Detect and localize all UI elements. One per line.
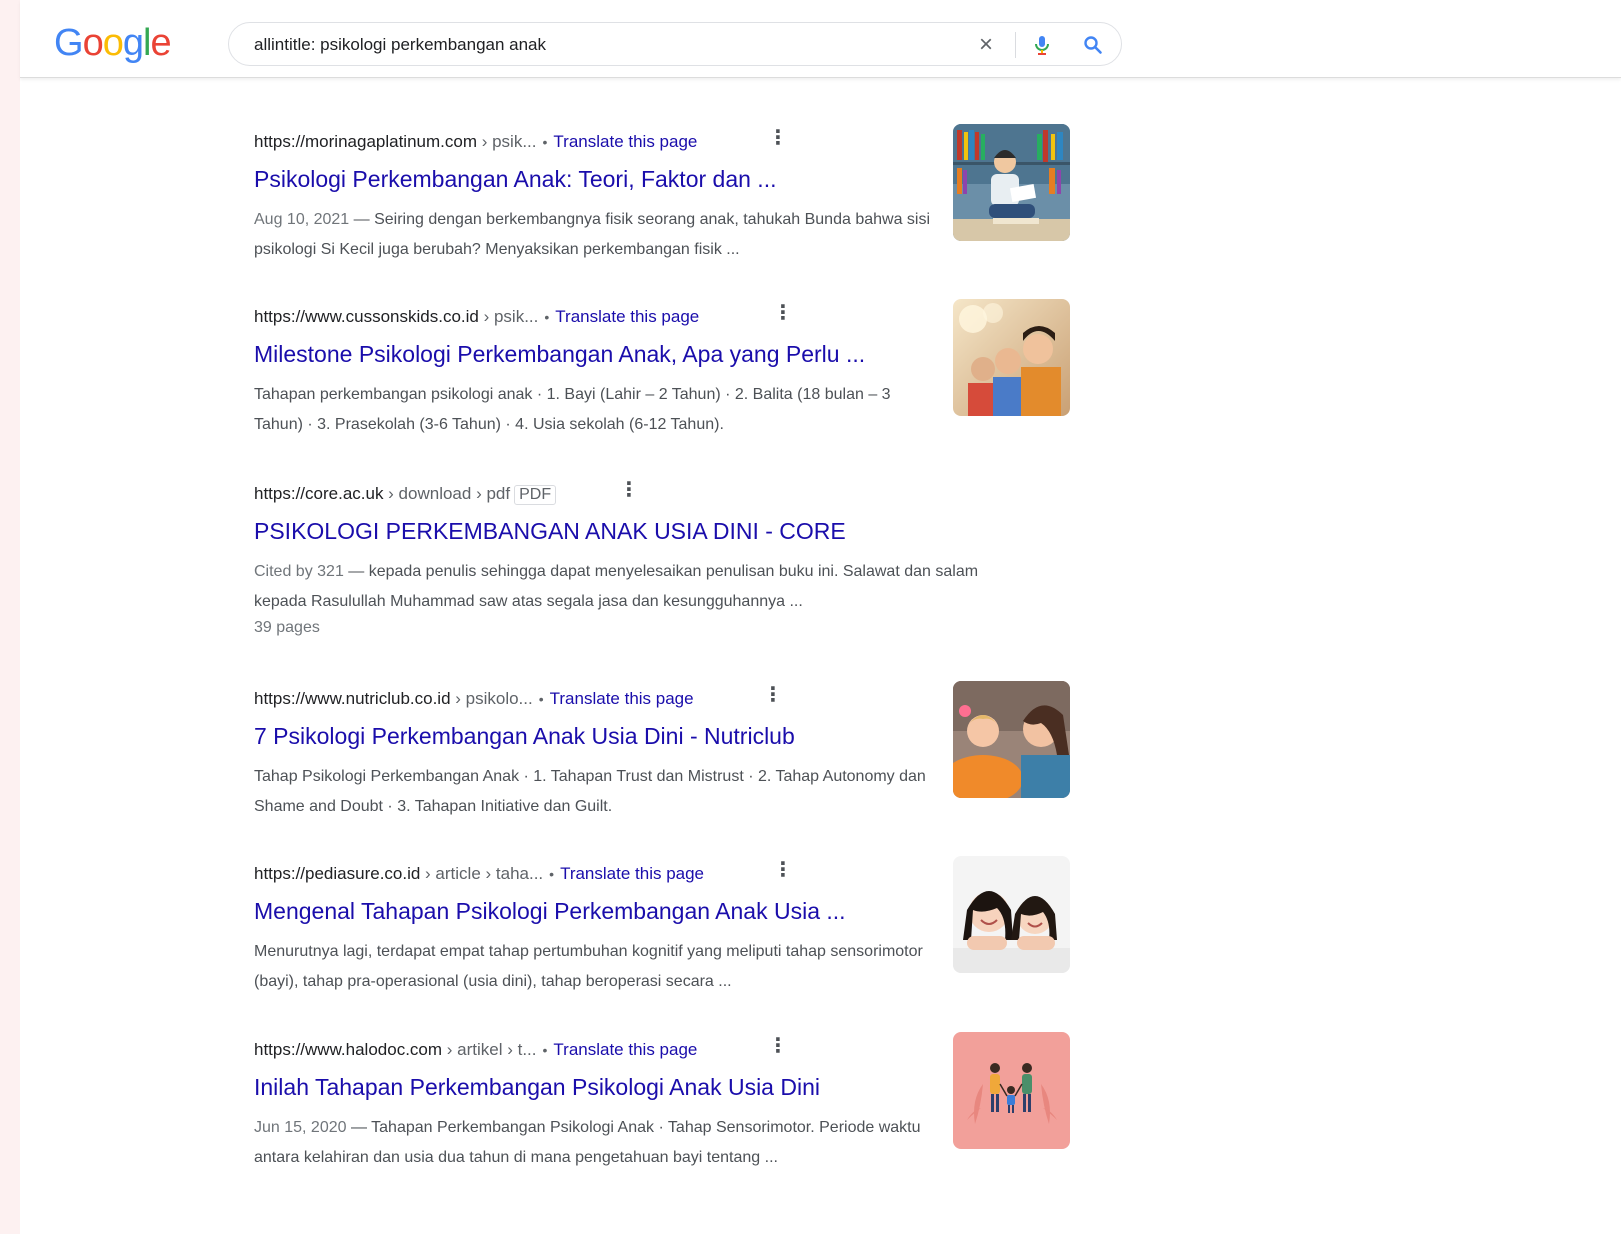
result-cited-by[interactable]: Cited by 321 xyxy=(254,563,344,580)
result-snippet: Cited by 321 — kepada penulis sehingga d… xyxy=(254,563,979,610)
mother-and-child-laughing-image[interactable] xyxy=(953,681,1070,798)
separator-dot: • xyxy=(542,134,548,150)
result-domain: https://www.cussonskids.co.id xyxy=(254,307,479,326)
result-domain: https://pediasure.co.id xyxy=(254,864,421,883)
logo-letter: o xyxy=(102,22,124,64)
result-date: Aug 10, 2021 xyxy=(254,211,350,228)
child-reading-books-image[interactable] xyxy=(953,124,1070,241)
result-date: Jun 15, 2020 xyxy=(254,1119,347,1136)
translate-link[interactable]: Translate this page xyxy=(550,689,694,708)
google-logo[interactable]: Google xyxy=(54,22,172,65)
separator-dot: • xyxy=(542,1042,548,1058)
search-icon[interactable] xyxy=(1081,33,1105,57)
result-snippet: Aug 10, 2021 — Seiring dengan berkembang… xyxy=(254,211,931,258)
more-options-icon[interactable]: ⋮ xyxy=(773,302,793,328)
search-header: Google × xyxy=(20,0,1621,78)
separator-dot: • xyxy=(538,691,544,707)
result-path: › artikel › t... xyxy=(442,1040,537,1059)
result-domain: https://morinagaplatinum.com xyxy=(254,132,477,151)
result-domain: https://www.halodoc.com xyxy=(254,1040,443,1059)
result-path: › psik... xyxy=(477,132,537,151)
result-url[interactable]: https://www.halodoc.com › artikel › t...… xyxy=(254,1039,697,1061)
family-illustration-image[interactable] xyxy=(953,1032,1070,1149)
result-domain: https://www.nutriclub.co.id xyxy=(254,689,451,708)
more-options-icon[interactable]: ⋮ xyxy=(768,1035,788,1061)
logo-letter: l xyxy=(142,22,152,64)
separator-dot: • xyxy=(549,866,555,882)
result-title[interactable]: Inilah Tahapan Perkembangan Psikologi An… xyxy=(254,1072,820,1102)
search-results-page: Google × http xyxy=(20,0,1621,1234)
children-looking-up-image[interactable] xyxy=(953,299,1070,416)
logo-letter: g xyxy=(122,22,144,64)
result-path: › download › pdf xyxy=(383,484,511,503)
logo-letter: e xyxy=(150,22,171,64)
result-title[interactable]: Mengenal Tahapan Psikologi Perkembangan … xyxy=(254,896,846,926)
more-options-icon[interactable]: ⋮ xyxy=(773,859,793,885)
result-path: › psikolo... xyxy=(450,689,533,708)
pdf-badge: PDF xyxy=(514,485,557,505)
more-options-icon[interactable]: ⋮ xyxy=(763,684,783,710)
translate-link[interactable]: Translate this page xyxy=(555,307,699,326)
more-options-icon[interactable]: ⋮ xyxy=(768,127,788,153)
result-path: › psik... xyxy=(478,307,539,326)
translate-link[interactable]: Translate this page xyxy=(553,132,697,151)
result-page-count: 39 pages xyxy=(254,619,320,636)
microphone-icon[interactable] xyxy=(1030,33,1054,57)
result-snippet-text: Tahapan Perkembangan Psikologi Anak · Ta… xyxy=(254,1119,921,1166)
result-url[interactable]: https://morinagaplatinum.com › psik... • T… xyxy=(254,131,697,153)
two-smiling-girls-image[interactable] xyxy=(953,856,1070,973)
translate-link[interactable]: Translate this page xyxy=(553,1040,697,1059)
result-snippet: Tahapan perkembangan psikologi anak · 1.… xyxy=(254,386,891,433)
result-title[interactable]: PSIKOLOGI PERKEMBANGAN ANAK USIA DINI - … xyxy=(254,516,846,546)
logo-letter: o xyxy=(82,22,104,64)
result-url[interactable]: https://www.cussonskids.co.id › psik... •… xyxy=(254,306,699,328)
search-box-divider xyxy=(1015,32,1016,58)
more-options-icon[interactable]: ⋮ xyxy=(619,479,639,505)
result-snippet: Tahap Psikologi Perkembangan Anak · 1. T… xyxy=(254,768,926,815)
translate-link[interactable]: Translate this page xyxy=(560,864,704,883)
logo-letter: G xyxy=(54,22,84,64)
result-title[interactable]: Milestone Psikologi Perkembangan Anak, A… xyxy=(254,339,865,369)
result-url[interactable]: https://core.ac.uk › download › pdf PDF xyxy=(254,483,557,505)
result-title[interactable]: Psikologi Perkembangan Anak: Teori, Fakt… xyxy=(254,164,776,194)
search-input[interactable] xyxy=(254,34,914,56)
result-path: › article › taha... xyxy=(420,864,544,883)
result-snippet: Jun 15, 2020 — Tahapan Perkembangan Psik… xyxy=(254,1119,921,1166)
result-url[interactable]: https://www.nutriclub.co.id › psikolo...… xyxy=(254,688,694,710)
result-snippet-text: kepada penulis sehingga dapat menyelesai… xyxy=(254,563,979,610)
separator-dot: • xyxy=(544,309,550,325)
result-url[interactable]: https://pediasure.co.id › article › taha… xyxy=(254,863,704,885)
result-domain: https://core.ac.uk xyxy=(254,484,384,503)
result-snippet-text: Seiring dengan berkembangnya fisik seora… xyxy=(254,211,931,258)
close-icon[interactable]: × xyxy=(974,33,998,57)
result-title[interactable]: 7 Psikologi Perkembangan Anak Usia Dini … xyxy=(254,721,795,751)
result-snippet: Menurutnya lagi, terdapat empat tahap pe… xyxy=(254,943,923,990)
search-box: × xyxy=(228,22,1122,66)
